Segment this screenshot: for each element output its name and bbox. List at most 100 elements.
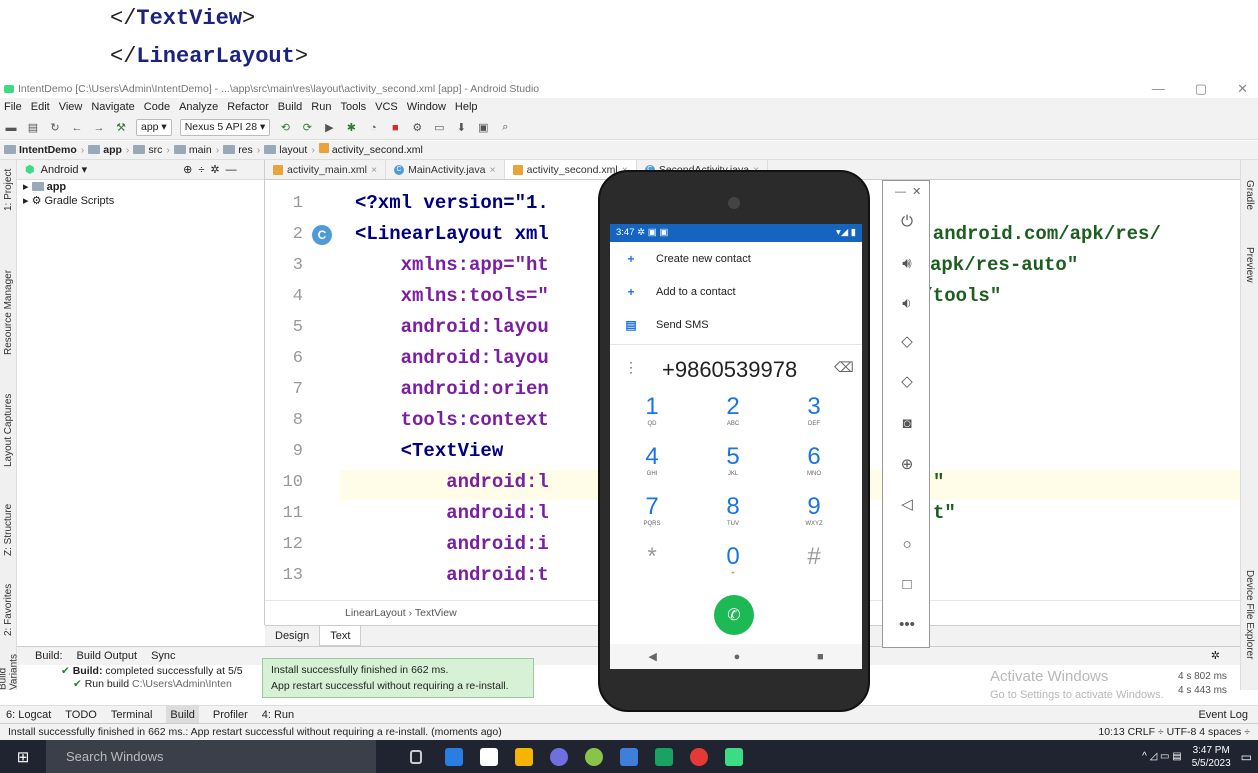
overview-nav-icon[interactable]: □ (893, 574, 921, 596)
volume-up-icon[interactable]: 🔊︎ (893, 253, 921, 275)
dial-key[interactable]: 6 MNO (784, 444, 844, 478)
hide-panel-icon[interactable]: — (226, 164, 237, 176)
forward-icon[interactable]: → (92, 121, 106, 135)
notification-icon[interactable]: ▭ (1241, 750, 1252, 764)
menu-run[interactable]: Run (311, 98, 331, 116)
tool-button-6-logcat[interactable]: 6: Logcat (6, 706, 51, 723)
minimize-button[interactable]: — (1152, 80, 1165, 98)
tray-icons[interactable]: ^ ◿ ▭ ▤ (1142, 751, 1182, 762)
menu-refactor[interactable]: Refactor (227, 98, 269, 116)
code-line[interactable]: tools:context (355, 409, 549, 431)
search-icon[interactable]: ⌕ (498, 121, 512, 135)
code-line[interactable]: <LinearLayout xml (355, 223, 549, 245)
open-folder-icon[interactable]: ▬ (4, 121, 18, 135)
tool-tab-resource-manager[interactable]: Resource Manager (0, 252, 17, 372)
sync-scroll-icon[interactable]: ⊕ (183, 163, 192, 176)
run-config-select[interactable]: app ▾ (136, 119, 172, 136)
back-nav-icon[interactable]: ◁ (893, 494, 921, 516)
save-icon[interactable]: ▤ (26, 121, 40, 135)
avd-manager-icon[interactable]: ▭ (432, 121, 446, 135)
menu-analyze[interactable]: Analyze (179, 98, 218, 116)
menu-build[interactable]: Build (278, 98, 302, 116)
dial-key[interactable]: * (622, 544, 682, 570)
tool-button-profiler[interactable]: Profiler (213, 706, 248, 723)
taskbar-search[interactable]: Search Windows (46, 740, 376, 773)
code-line[interactable]: xmlns:tools=" (355, 285, 549, 307)
start-button[interactable]: ⊞ (0, 740, 46, 773)
status-right[interactable]: 10:13 CRLF ÷ UTF-8 4 spaces ÷ (1098, 724, 1250, 741)
tool-tab-gradle[interactable]: Gradle (1241, 170, 1258, 220)
more-options-icon[interactable]: ••• (893, 614, 921, 636)
tool-tab-1-project[interactable]: 1: Project (0, 160, 17, 220)
zoom-icon[interactable]: ⊕ (893, 454, 921, 476)
code-line-tail[interactable]: s.android.com/apk/res/ (910, 223, 1161, 245)
menu-navigate[interactable]: Navigate (91, 98, 134, 116)
media-icon[interactable] (550, 748, 568, 766)
code-line[interactable]: android:layou (355, 347, 549, 369)
tool-tab-build-variants[interactable]: Build Variants (0, 650, 20, 690)
code-line[interactable]: xmlns:app="ht (355, 254, 549, 276)
device-select[interactable]: Nexus 5 API 28 ▾ (179, 119, 271, 136)
phone-screen[interactable]: 3:47 ✲ ▣ ▣ ▾◢ ▮ + Create new contact + Add… (610, 224, 862, 669)
build-hammer-icon[interactable]: ⚒ (114, 121, 128, 135)
tool-button-4-run[interactable]: 4: Run (262, 706, 294, 723)
code-line[interactable]: <?xml version="1. (355, 192, 549, 214)
menu-vcs[interactable]: VCS (375, 98, 398, 116)
tool-button-build[interactable]: Build (166, 706, 199, 723)
tool-tab-device-file-explorer[interactable]: Device File Explorer (1241, 550, 1258, 680)
back-icon[interactable]: ← (70, 121, 84, 135)
event-log-button[interactable]: Event Log (1198, 706, 1248, 723)
tab-sync[interactable]: Sync (151, 647, 175, 665)
sdk-manager-icon[interactable]: ⬇ (454, 121, 468, 135)
menu-edit[interactable]: Edit (31, 98, 50, 116)
profile-icon[interactable]: ◔ (366, 121, 380, 135)
nav-recents-icon[interactable]: ■ (817, 651, 824, 663)
task-view-icon[interactable] (410, 750, 422, 764)
maximize-button[interactable]: ▢ (1195, 80, 1207, 98)
build-settings-icon[interactable]: ✲ (1211, 647, 1220, 665)
dial-key[interactable]: 5 JKL (703, 444, 763, 478)
app-teal-icon[interactable] (655, 748, 673, 766)
screenshot-icon[interactable]: ◙ (893, 413, 921, 435)
dial-key[interactable]: 8 TUV (703, 494, 763, 528)
settings-icon[interactable]: ✲ (210, 163, 219, 176)
editor-tab[interactable]: C MainActivity.java × (386, 160, 505, 179)
chrome-icon[interactable] (690, 748, 708, 766)
collapse-icon[interactable]: ÷ (198, 164, 204, 176)
editor-tab[interactable]: activity_main.xml × (265, 160, 387, 179)
code-line[interactable]: android:orien (355, 378, 549, 400)
store-icon[interactable] (480, 748, 498, 766)
dial-key[interactable]: 1 QD (622, 394, 682, 428)
code-line-tail[interactable]: t" (933, 502, 956, 524)
class-gutter-icon[interactable]: C (312, 225, 332, 245)
code-line[interactable]: android:l (355, 471, 549, 493)
rotate-right-icon[interactable]: ◇ (893, 371, 921, 393)
code-line-tail[interactable]: " (933, 471, 944, 493)
app-blue-icon[interactable] (620, 748, 638, 766)
rotate-left-icon[interactable]: ◇ (893, 331, 921, 353)
power-icon[interactable]: ⏻ (893, 211, 921, 233)
breadcrumb-item[interactable]: activity_second.xml (318, 141, 423, 159)
tool-tab-layout-captures[interactable]: Layout Captures (0, 380, 17, 480)
code-line[interactable]: android:l (355, 502, 549, 524)
tree-item-gradle-scripts[interactable]: ▸ ⚙ Gradle Scripts (17, 194, 264, 208)
run-icon[interactable]: ▶ (322, 121, 336, 135)
edge-icon[interactable] (445, 748, 463, 766)
dial-key[interactable]: 9 WXYZ (784, 494, 844, 528)
dial-key[interactable]: 3 DEF (784, 394, 844, 428)
sync-icon[interactable]: ↻ (48, 121, 62, 135)
explorer-icon[interactable] (515, 748, 533, 766)
taskbar-clock[interactable]: 3:47 PM 5/5/2023 (1192, 744, 1231, 770)
menu-file[interactable]: File (4, 98, 22, 116)
menu-tools[interactable]: Tools (340, 98, 366, 116)
breadcrumb-item[interactable]: app (88, 141, 122, 159)
tab-build-output[interactable]: Build Output (77, 647, 138, 665)
close-tab-icon[interactable]: × (490, 160, 496, 180)
tab-design[interactable]: Design (265, 626, 319, 646)
menu-help[interactable]: Help (455, 98, 478, 116)
breadcrumb-item[interactable]: main (173, 141, 212, 159)
call-button[interactable]: ✆ (714, 595, 754, 635)
create-contact-option[interactable]: + Create new contact (610, 242, 862, 275)
app-green-icon[interactable] (585, 748, 603, 766)
add-to-contact-option[interactable]: + Add to a contact (610, 275, 862, 308)
